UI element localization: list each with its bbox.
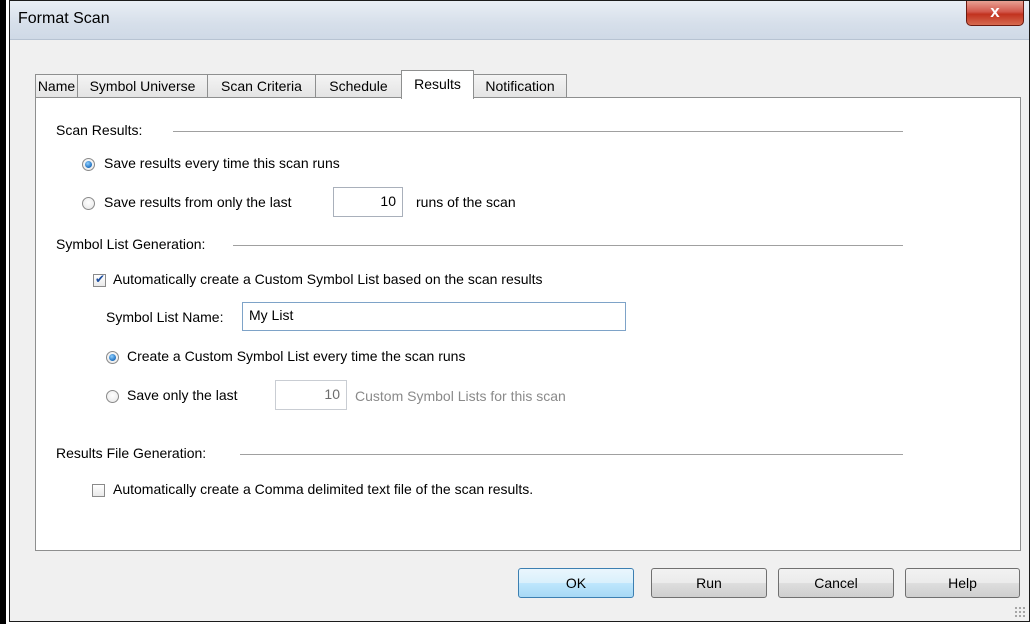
help-button[interactable]: Help (905, 568, 1020, 598)
format-scan-dialog: Format Scan x Name Symbol Universe Scan … (9, 0, 1030, 622)
run-button[interactable]: Run (651, 568, 767, 598)
results-file-heading: Results File Generation: (56, 445, 207, 461)
close-button[interactable]: x (966, 1, 1024, 26)
ok-button[interactable]: OK (518, 568, 634, 598)
save-last-runs-label[interactable]: Save results from only the last (104, 194, 292, 210)
auto-create-symbol-list-checkbox[interactable] (93, 272, 106, 287)
close-icon: x (990, 2, 1000, 21)
auto-create-symbol-list-label[interactable]: Automatically create a Custom Symbol Lis… (113, 271, 543, 287)
radio-save-last-runs[interactable] (82, 197, 95, 210)
results-tab-panel: Scan Results: Save results every time th… (35, 97, 1021, 551)
runs-of-scan-label: runs of the scan (416, 194, 516, 210)
symbol-list-name-input[interactable]: My List (242, 302, 626, 331)
window-title: Format Scan (18, 10, 110, 27)
resize-grip-icon[interactable] (1014, 606, 1026, 618)
symbol-list-divider (233, 245, 903, 246)
symbol-list-heading: Symbol List Generation: (56, 236, 206, 252)
create-list-every-time-label[interactable]: Create a Custom Symbol List every time t… (127, 348, 465, 364)
save-every-time-label[interactable]: Save results every time this scan runs (104, 155, 340, 171)
auto-create-csv-checkbox[interactable] (92, 484, 105, 497)
auto-create-csv-label[interactable]: Automatically create a Comma delimited t… (113, 481, 533, 497)
last-lists-input[interactable]: 10 (275, 380, 347, 410)
tab-results[interactable]: Results (401, 70, 474, 99)
scan-results-divider (173, 131, 903, 132)
custom-lists-for-scan-label: Custom Symbol Lists for this scan (355, 388, 566, 404)
symbol-list-name-label: Symbol List Name: (106, 309, 224, 325)
background-window-edge (0, 0, 9, 624)
radio-save-every-time[interactable] (82, 158, 95, 171)
tab-notification[interactable]: Notification (473, 74, 567, 98)
radio-save-last-lists[interactable] (106, 390, 119, 403)
tab-schedule[interactable]: Schedule (315, 74, 402, 98)
scan-results-heading: Scan Results: (56, 122, 143, 138)
tab-symbol-universe[interactable]: Symbol Universe (77, 74, 208, 98)
tab-scan-criteria[interactable]: Scan Criteria (207, 74, 316, 98)
last-runs-input[interactable]: 10 (333, 187, 403, 217)
title-bar[interactable]: Format Scan x (10, 1, 1029, 40)
tab-name[interactable]: Name (35, 74, 78, 98)
results-file-divider (240, 454, 903, 455)
radio-create-list-every-time[interactable] (106, 351, 119, 364)
cancel-button[interactable]: Cancel (778, 568, 894, 598)
save-last-lists-label[interactable]: Save only the last (127, 387, 238, 403)
